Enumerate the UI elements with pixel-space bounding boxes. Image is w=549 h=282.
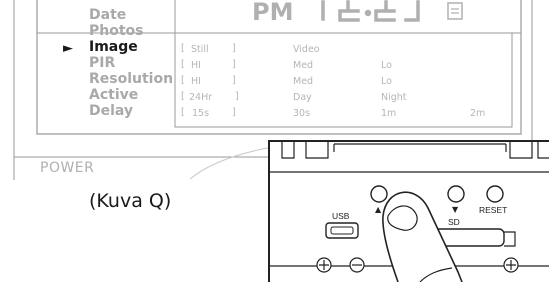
sd-card-slot[interactable] [386,229,504,246]
up-arrow-icon: ▲ [375,205,382,214]
control-panel-zoom: ▲ ▼ RESET USB SD [268,140,549,282]
option-active-night[interactable]: Night [381,93,407,103]
option-pir-med[interactable]: Med [293,61,313,71]
option-delay-30s[interactable]: 30s [293,109,310,119]
option-bracket-close: ] [232,75,236,86]
option-delay-15s[interactable]: 15s [192,109,209,119]
option-delay-1m[interactable]: 1m [381,109,396,119]
option-bracket-close: ] [232,107,236,118]
option-active-day[interactable]: Day [293,93,312,103]
menu-item-resolution[interactable]: Resolution [89,72,173,86]
option-image-video[interactable]: Video [293,45,320,55]
menu-item-date[interactable]: Date [89,8,126,22]
power-label: POWER [40,160,95,176]
option-bracket-open: [ [181,43,185,54]
option-active-24hr[interactable]: 24Hr [189,93,212,103]
option-bracket-open: [ [181,107,185,118]
usb-label: USB [332,211,350,221]
option-resolution-lo[interactable]: Lo [381,77,392,87]
menu-item-photos[interactable]: Photos [89,24,144,38]
option-image-still[interactable]: Still [191,45,209,55]
option-bracket-close: ] [232,59,236,70]
up-button[interactable] [370,185,388,203]
option-pir-hi[interactable]: HI [191,61,201,71]
option-bracket-close: ] [232,43,236,54]
menu-item-delay[interactable]: Delay [89,104,133,118]
option-bracket-close: ] [235,91,239,102]
menu-item-image[interactable]: Image [89,40,138,54]
option-delay-2m[interactable]: 2m [470,109,485,119]
menu-item-active[interactable]: Active [89,88,138,102]
menu-pointer-icon: ► [63,41,73,56]
option-resolution-med[interactable]: Med [293,77,313,87]
figure-caption: (Kuva Q) [89,190,172,212]
clock-digits-icon [321,0,463,22]
option-pir-lo[interactable]: Lo [381,61,392,71]
option-resolution-hi[interactable]: HI [191,77,201,87]
reset-label: RESET [479,205,508,215]
menu-item-pir[interactable]: PIR [89,56,115,70]
down-arrow-icon: ▼ [452,205,459,214]
pm-indicator: PM [252,0,294,26]
usb-port[interactable] [326,223,358,238]
reset-button[interactable] [486,185,504,203]
option-bracket-open: [ [181,59,185,70]
sd-label: SD [448,217,460,227]
down-button[interactable] [447,185,465,203]
option-bracket-open: [ [181,91,185,102]
option-bracket-open: [ [181,75,185,86]
